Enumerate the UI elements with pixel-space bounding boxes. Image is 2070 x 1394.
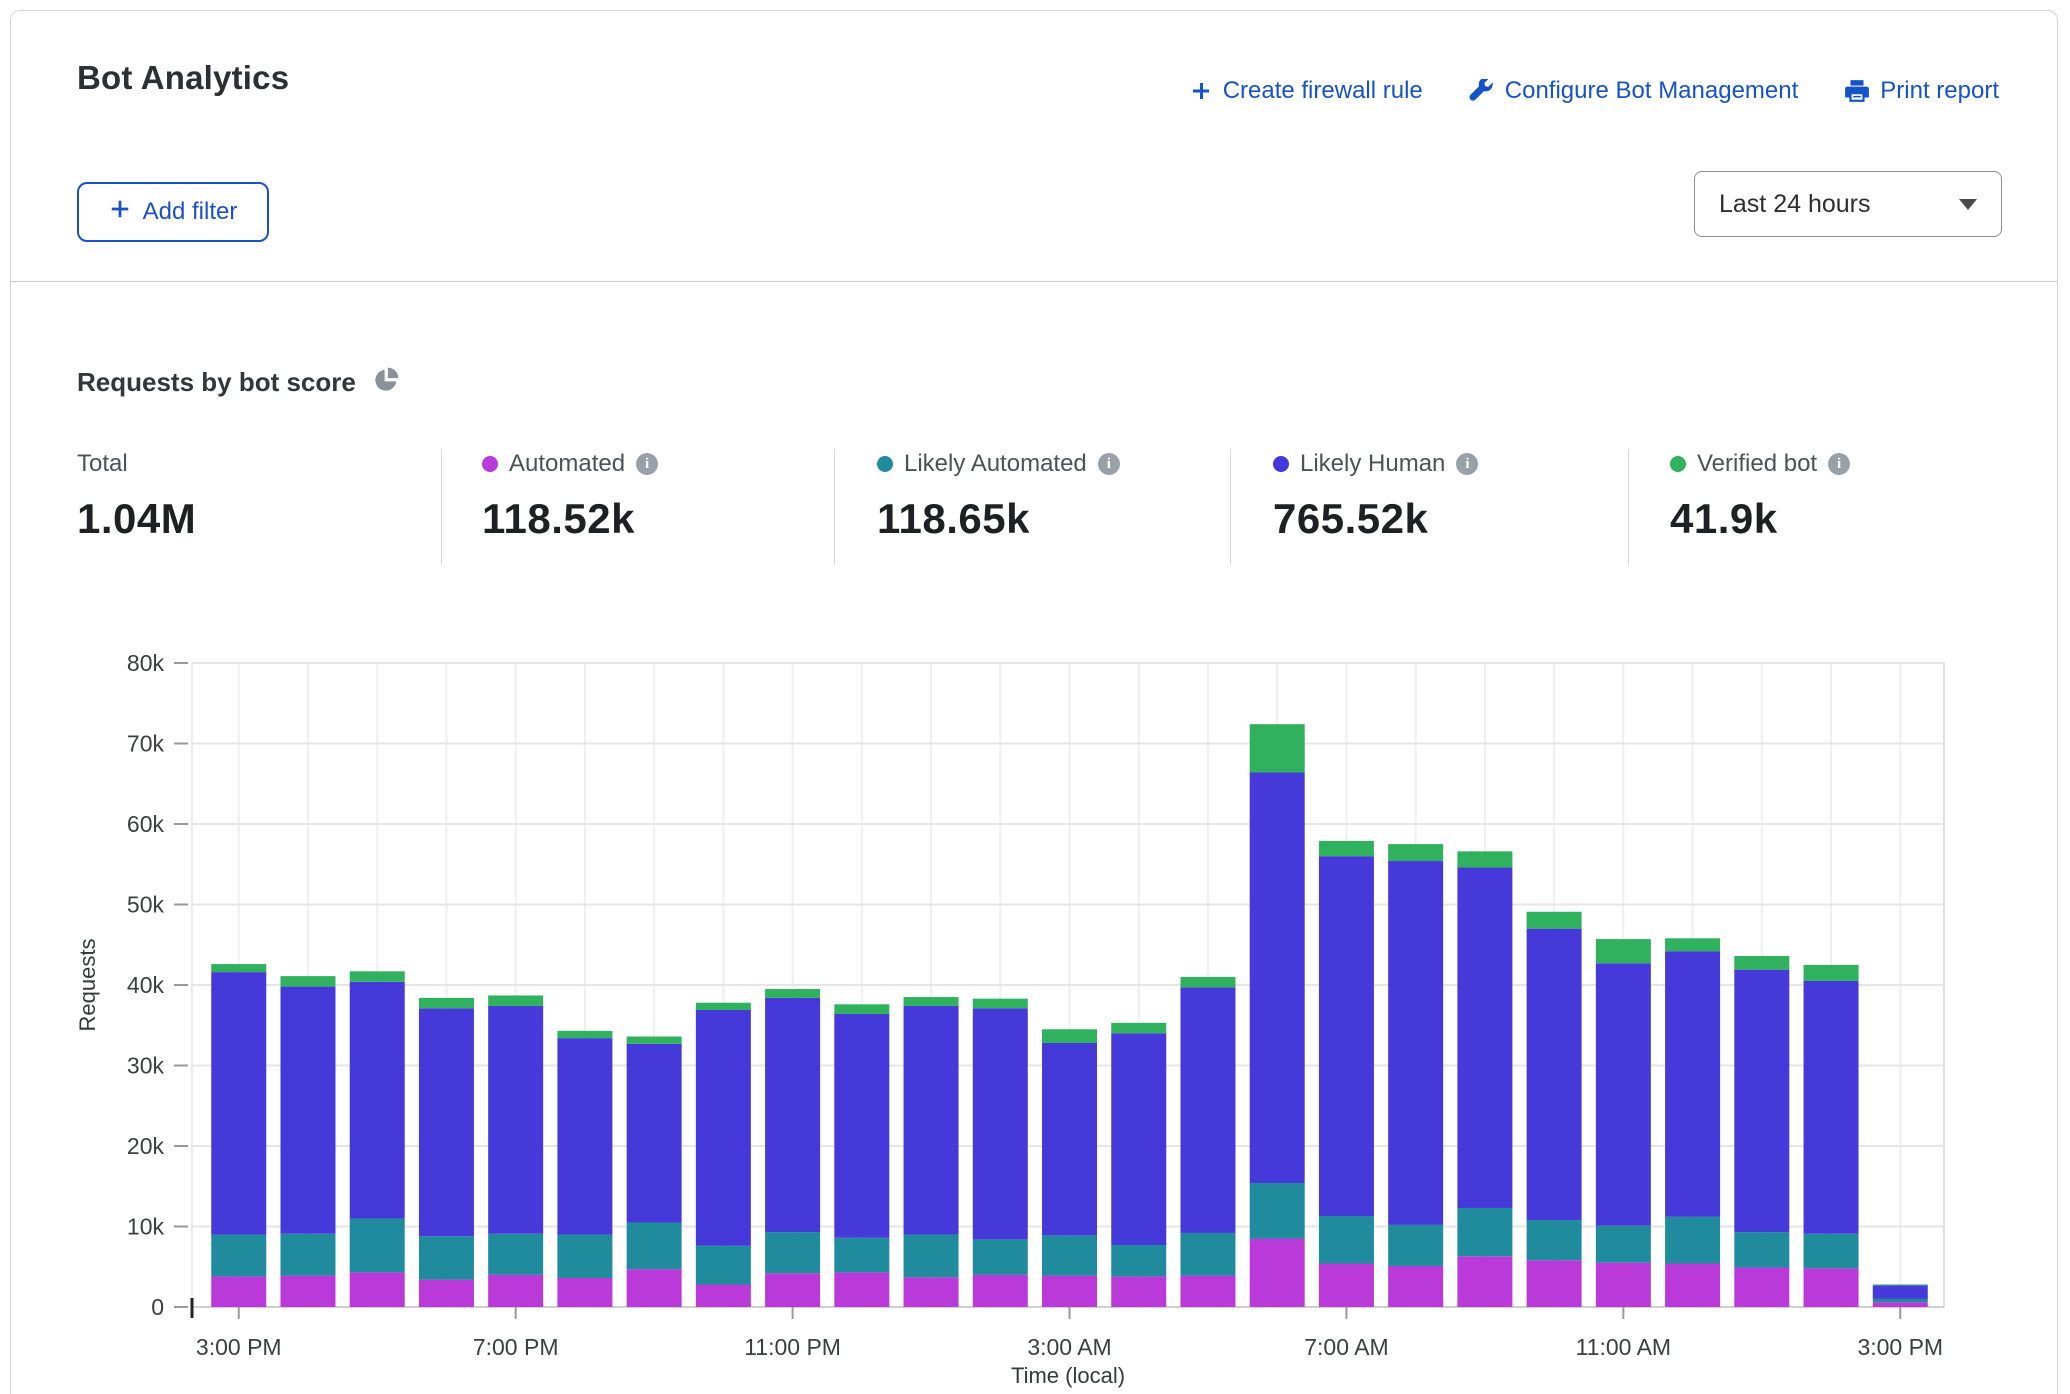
- svg-text:3:00 PM: 3:00 PM: [1857, 1334, 1943, 1360]
- svg-text:7:00 AM: 7:00 AM: [1304, 1334, 1388, 1360]
- svg-text:3:00 AM: 3:00 AM: [1027, 1334, 1111, 1360]
- svg-text:3:00 PM: 3:00 PM: [196, 1334, 282, 1360]
- svg-text:50k: 50k: [127, 892, 165, 918]
- bot-score-stacked-bar-chart: 0 10k 20k 30k 40k 50k 60k 70k 80k 3:00 PM 7:00 PM 1…: [0, 0, 2070, 1394]
- svg-text:7:00 PM: 7:00 PM: [473, 1334, 559, 1360]
- svg-text:20k: 20k: [127, 1133, 165, 1159]
- svg-text:10k: 10k: [127, 1214, 165, 1240]
- svg-text:Requests: Requests: [75, 939, 100, 1032]
- svg-text:80k: 80k: [127, 650, 165, 676]
- svg-text:70k: 70k: [127, 731, 165, 757]
- bot-analytics-page: Bot Analytics Create firewall rule Confi…: [0, 0, 2070, 1394]
- svg-text:Time (local): Time (local): [1011, 1363, 1125, 1388]
- svg-text:0: 0: [151, 1294, 164, 1320]
- svg-text:40k: 40k: [127, 972, 165, 998]
- svg-text:11:00 AM: 11:00 AM: [1576, 1334, 1671, 1360]
- svg-text:11:00 PM: 11:00 PM: [744, 1334, 841, 1360]
- svg-text:30k: 30k: [127, 1053, 165, 1079]
- svg-text:60k: 60k: [127, 811, 165, 837]
